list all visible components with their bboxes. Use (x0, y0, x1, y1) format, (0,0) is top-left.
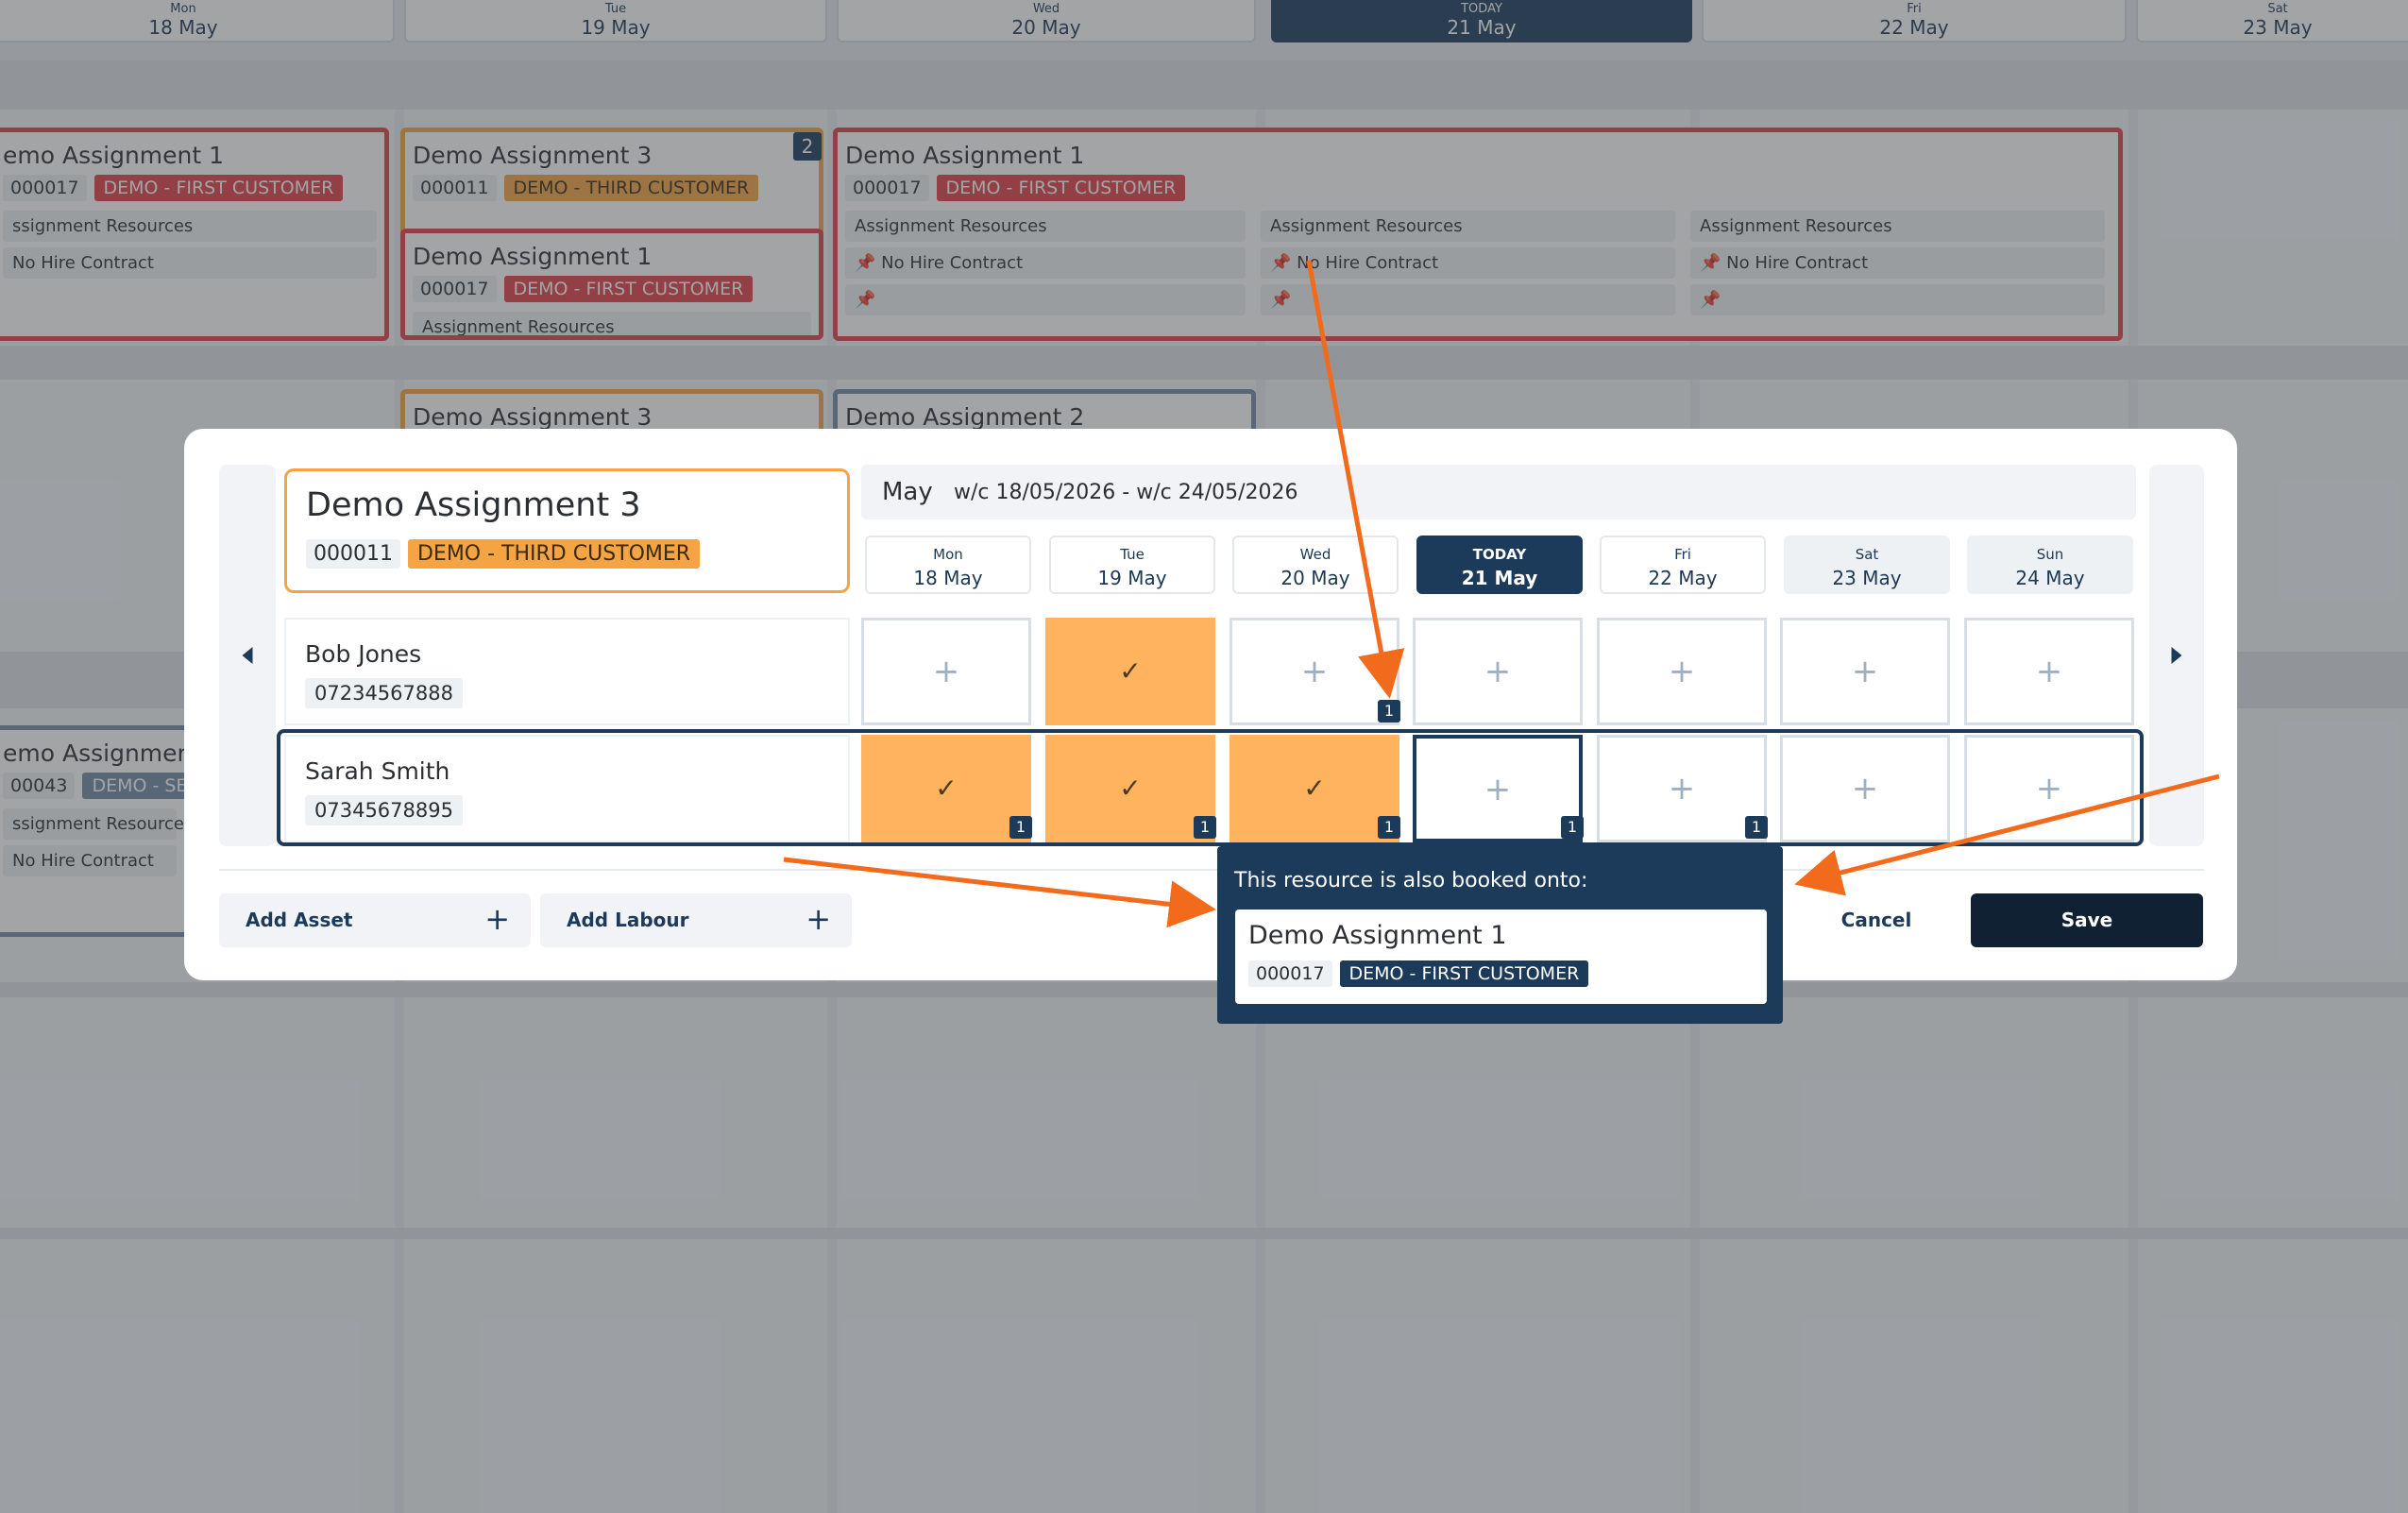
day-header-sun: Sun 24 May (1967, 536, 2133, 594)
plus-icon: + (805, 901, 831, 937)
customer-tag: DEMO - FIRST CUSTOMER (1339, 960, 1589, 987)
tooltip-heading: This resource is also booked onto: (1234, 869, 1588, 892)
day-cell-add[interactable]: + (1597, 618, 1767, 725)
resource-phone: 07234567888 (305, 678, 463, 708)
week-range-bar: May w/c 18/05/2026 - w/c 24/05/2026 (861, 465, 2136, 519)
day-cell-add[interactable]: + (1780, 618, 1950, 725)
day-cell-add[interactable]: + (861, 618, 1031, 725)
day-header-fri: Fri 22 May (1600, 536, 1766, 594)
day-cell-add[interactable]: + (1229, 618, 1399, 725)
assignment-title: Demo Assignment 3 (306, 486, 641, 524)
job-number: 000017 (1248, 960, 1332, 987)
conflicting-assignment-card[interactable]: Demo Assignment 1 000017 DEMO - FIRST CUS… (1235, 910, 1767, 1004)
booking-conflict-tooltip: This resource is also booked onto: Demo … (1217, 846, 1783, 1024)
resource-row-bob-jones: Bob Jones 07234567888 (284, 618, 850, 725)
customer-tag: DEMO - THIRD CUSTOMER (407, 539, 701, 569)
plus-icon: + (484, 901, 510, 937)
save-button[interactable]: Save (1971, 893, 2203, 947)
day-cell-booked[interactable]: ✓ (1045, 618, 1215, 725)
next-week-button[interactable] (2149, 465, 2204, 846)
prev-week-button[interactable] (219, 465, 276, 846)
month-label: May (882, 478, 933, 506)
day-header-mon: Mon 18 May (865, 536, 1031, 594)
conflict-count-badge: 1 (1378, 700, 1400, 722)
day-header-tue: Tue 19 May (1049, 536, 1215, 594)
day-header-sat: Sat 23 May (1784, 536, 1950, 594)
day-cell-add[interactable]: + (1964, 618, 2134, 725)
modal-divider (219, 869, 2204, 871)
assignment-summary-card: Demo Assignment 3 000011 DEMO - THIRD CUS… (284, 468, 850, 593)
day-header-wed: Wed 20 May (1232, 536, 1399, 594)
add-labour-button[interactable]: Add Labour + (540, 893, 852, 947)
caret-right-icon (2171, 647, 2182, 664)
add-asset-button[interactable]: Add Asset + (219, 893, 531, 947)
caret-left-icon (242, 647, 253, 664)
job-number: 000011 (306, 539, 400, 569)
cancel-button[interactable]: Cancel (1794, 893, 1959, 947)
selected-resource-row-outline (277, 729, 2144, 846)
day-header-today: TODAY 21 May (1416, 536, 1583, 594)
resource-name: Bob Jones (305, 640, 422, 668)
week-range-label: w/c 18/05/2026 - w/c 24/05/2026 (954, 481, 1298, 504)
day-cell-add[interactable]: + (1413, 618, 1583, 725)
